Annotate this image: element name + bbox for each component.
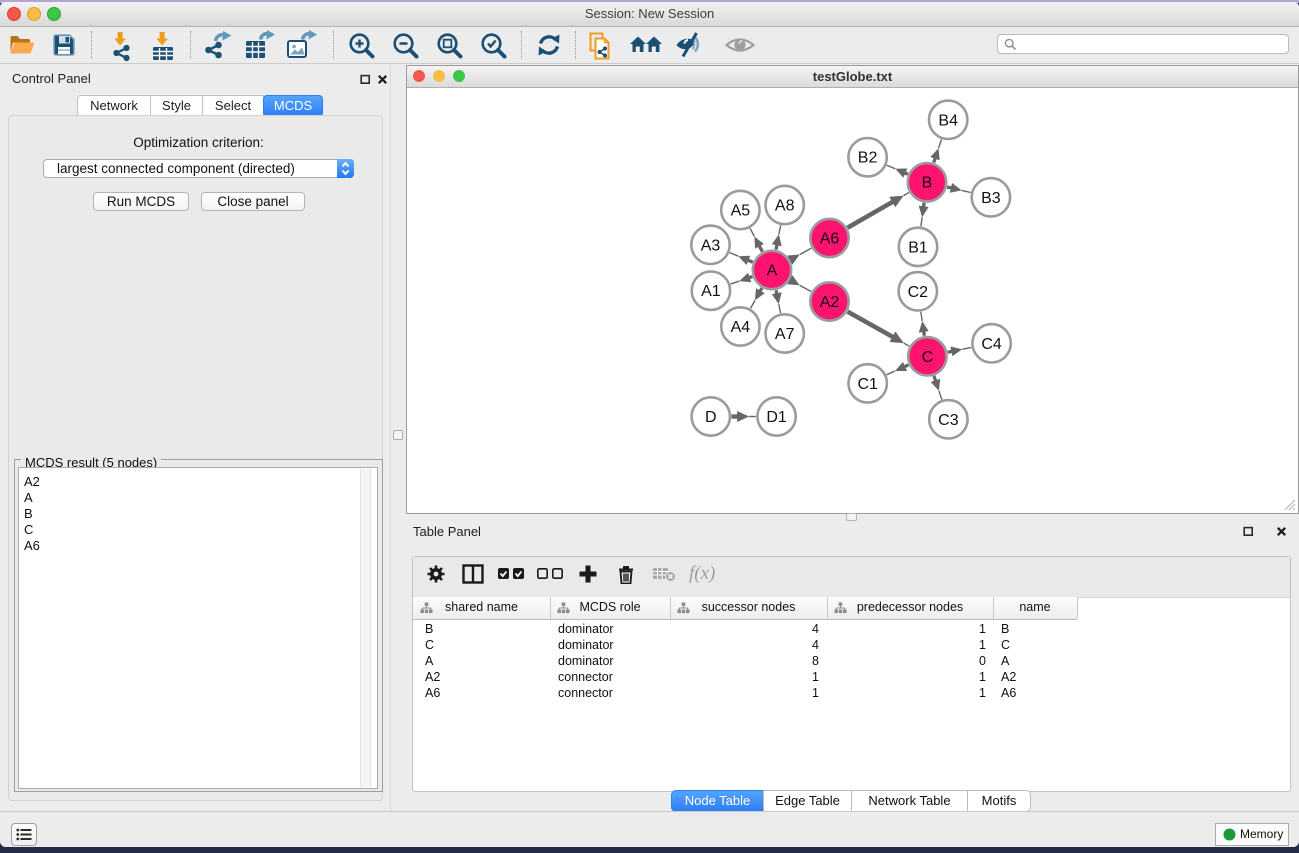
- svg-text:A7: A7: [775, 326, 795, 343]
- svg-text:B4: B4: [938, 112, 958, 129]
- svg-text:C: C: [922, 349, 934, 366]
- svg-text:C1: C1: [857, 376, 878, 393]
- svg-text:A3: A3: [701, 237, 721, 254]
- svg-text:B1: B1: [908, 239, 928, 256]
- svg-text:D1: D1: [766, 409, 787, 426]
- svg-text:D: D: [705, 409, 717, 426]
- svg-text:A2: A2: [820, 294, 840, 311]
- svg-text:A: A: [767, 263, 778, 280]
- svg-text:C2: C2: [908, 284, 929, 301]
- svg-text:A6: A6: [820, 231, 840, 248]
- svg-text:B3: B3: [981, 190, 1001, 207]
- svg-text:C4: C4: [981, 336, 1002, 353]
- svg-text:A4: A4: [731, 319, 751, 336]
- svg-text:A8: A8: [775, 198, 795, 215]
- svg-text:B: B: [922, 175, 933, 192]
- svg-text:C3: C3: [938, 412, 959, 429]
- svg-text:B2: B2: [858, 150, 878, 167]
- svg-text:A5: A5: [731, 203, 751, 220]
- svg-text:A1: A1: [701, 283, 721, 300]
